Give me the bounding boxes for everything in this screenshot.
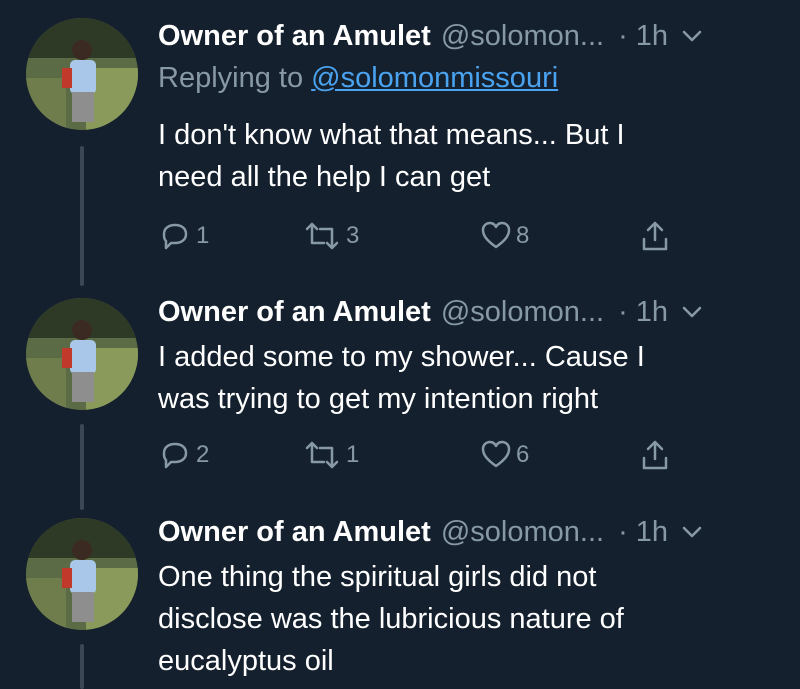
- tweet-actions: 2 1 6: [158, 438, 698, 472]
- tweet-header: Owner of an Amulet @solomon... · 1h: [158, 292, 780, 332]
- retweet-icon: [302, 438, 342, 472]
- timestamp[interactable]: · 1h: [618, 516, 668, 549]
- user-handle[interactable]: @solomon...: [441, 516, 604, 549]
- like-count: 8: [516, 222, 530, 249]
- display-name[interactable]: Owner of an Amulet: [158, 20, 431, 53]
- like-count: 6: [516, 441, 530, 468]
- tweet-actions: 1 3 8: [158, 219, 698, 253]
- display-name[interactable]: Owner of an Amulet: [158, 516, 431, 549]
- display-name[interactable]: Owner of an Amulet: [158, 296, 431, 329]
- timestamp[interactable]: · 1h: [618, 296, 668, 329]
- tweet-text-line: disclose was the lubricious nature of: [158, 603, 624, 635]
- user-handle[interactable]: @solomon...: [441, 296, 604, 329]
- tweet-text: I don't know what that means... But I ne…: [158, 114, 758, 198]
- tweet-text-line: I don't know what that means... But I: [158, 119, 625, 151]
- tweet-header: Owner of an Amulet @solomon... · 1h: [158, 512, 780, 552]
- replying-to-handle-link[interactable]: @solomonmissouri: [311, 62, 558, 94]
- tweet-text-line: need all the help I can get: [158, 161, 491, 193]
- share-button[interactable]: [638, 219, 672, 253]
- tweet-text-line: was trying to get my intention right: [158, 383, 599, 415]
- reply-count: 2: [196, 441, 210, 468]
- thread-connector: [80, 644, 84, 689]
- reply-icon: [158, 219, 192, 253]
- thread-connector: [80, 146, 84, 286]
- heart-icon: [480, 219, 512, 253]
- timestamp[interactable]: · 1h: [618, 20, 668, 53]
- thread-connector: [80, 424, 84, 510]
- like-button[interactable]: 6: [480, 438, 529, 472]
- tweet-text-line: I added some to my shower... Cause I: [158, 341, 645, 373]
- reply-button[interactable]: 2: [158, 438, 209, 472]
- replying-to-label: Replying to: [158, 62, 304, 94]
- like-button[interactable]: 8: [480, 219, 529, 253]
- tweet-text-line: eucalyptus oil: [158, 645, 334, 677]
- tweet-header: Owner of an Amulet @solomon... · 1h: [158, 16, 780, 56]
- share-icon: [638, 219, 672, 253]
- chevron-down-icon[interactable]: [682, 302, 702, 322]
- reply-button[interactable]: 1: [158, 219, 209, 253]
- share-button[interactable]: [638, 438, 672, 472]
- replying-to: Replying to @solomonmissouri: [158, 62, 558, 95]
- chevron-down-icon[interactable]: [682, 26, 702, 46]
- reply-icon: [158, 438, 192, 472]
- avatar[interactable]: [26, 518, 138, 630]
- avatar[interactable]: [26, 298, 138, 410]
- retweet-button[interactable]: 1: [302, 438, 359, 472]
- user-handle[interactable]: @solomon...: [441, 20, 604, 53]
- tweet-text-line: One thing the spiritual girls did not: [158, 561, 597, 593]
- share-icon: [638, 438, 672, 472]
- retweet-button[interactable]: 3: [302, 219, 359, 253]
- retweet-count: 1: [346, 441, 360, 468]
- tweet-text: One thing the spiritual girls did not di…: [158, 556, 758, 682]
- tweet-thread: Owner of an Amulet @solomon... · 1h Repl…: [0, 0, 800, 689]
- tweet-text: I added some to my shower... Cause I was…: [158, 336, 758, 420]
- reply-count: 1: [196, 222, 210, 249]
- retweet-icon: [302, 219, 342, 253]
- retweet-count: 3: [346, 222, 360, 249]
- chevron-down-icon[interactable]: [682, 522, 702, 542]
- heart-icon: [480, 438, 512, 472]
- avatar[interactable]: [26, 18, 138, 130]
